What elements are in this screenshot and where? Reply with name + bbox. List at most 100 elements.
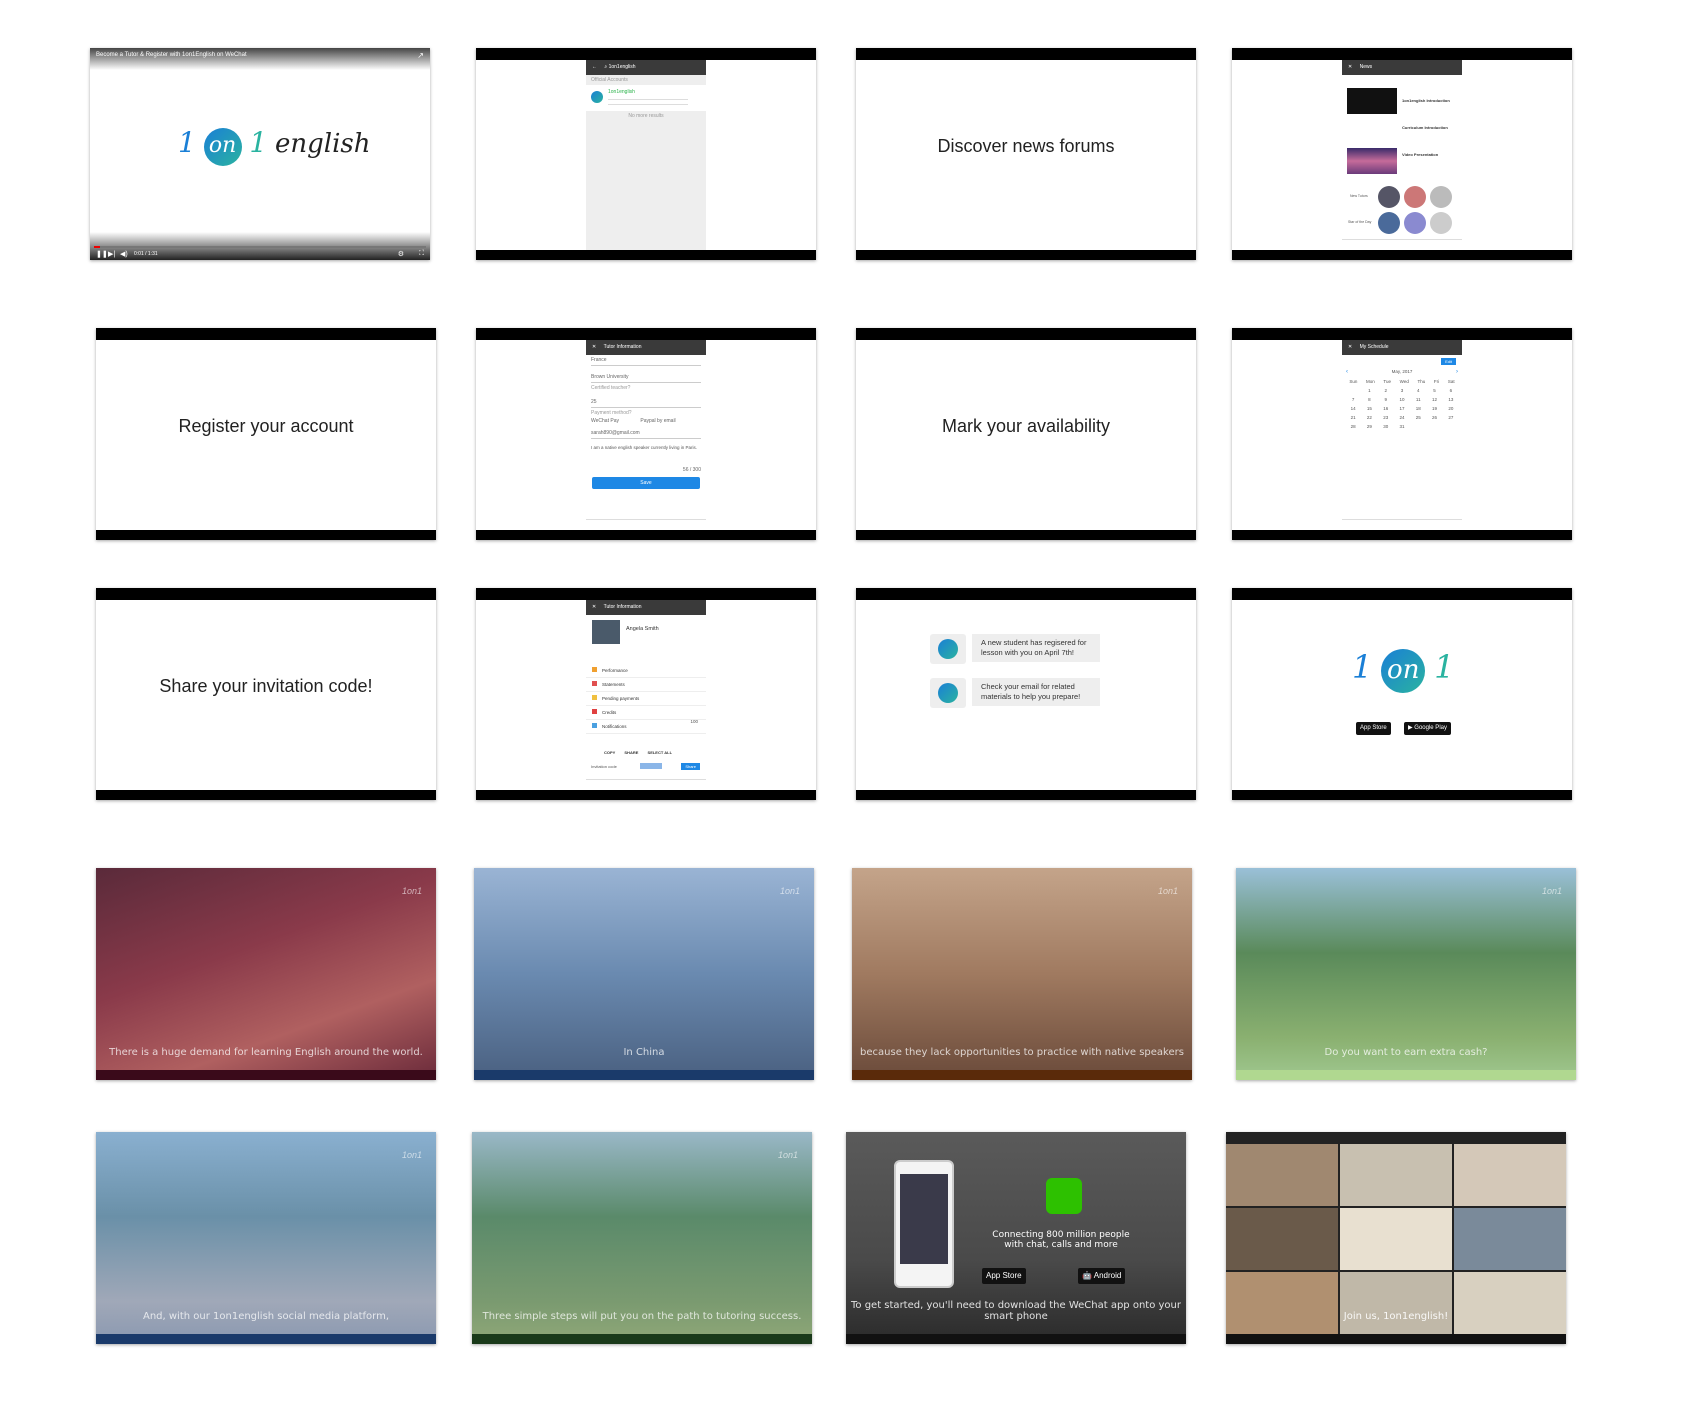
calendar-day[interactable]: 11 (1413, 397, 1423, 402)
video-frame-share[interactable]: Share your invitation code! (96, 588, 436, 800)
email-field[interactable]: sarah890@gmail.com (591, 430, 701, 436)
tutor-avatar[interactable] (1378, 212, 1400, 234)
rate-field[interactable]: 25 (591, 399, 701, 405)
progress-bar[interactable] (94, 246, 426, 248)
video-frame-cyclists[interactable]: 1on1 Three simple steps will put you on … (472, 1132, 812, 1344)
close-icon[interactable]: ✕ (592, 604, 596, 610)
close-icon[interactable]: ✕ (1348, 64, 1352, 70)
close-icon[interactable]: ✕ (1348, 344, 1352, 350)
calendar-day[interactable]: 8 (1364, 397, 1374, 402)
video-frame-video-call[interactable]: 1on1 And, with our 1on1english social me… (96, 1132, 436, 1344)
select-all-action[interactable]: SELECT ALL (648, 750, 673, 755)
video-frame-intro[interactable]: Become a Tutor & Register with 1on1Engli… (90, 48, 430, 260)
video-frame-invitation[interactable]: ✕ Tutor Information Angela Smith Perform… (476, 588, 816, 800)
profile-menu-item[interactable]: Pending payments (586, 692, 706, 706)
calendar-day[interactable]: 28 (1348, 424, 1358, 429)
video-frame-discover[interactable]: Discover news forums (856, 48, 1196, 260)
share-button[interactable]: Share (681, 763, 700, 770)
volume-icon[interactable]: ◀) (120, 250, 128, 258)
radio-wechat[interactable]: WeChat Pay (591, 418, 619, 424)
calendar-day[interactable]: 5 (1430, 388, 1440, 393)
calendar-day[interactable]: 14 (1348, 406, 1358, 411)
news-thumb-1[interactable] (1347, 88, 1397, 114)
calendar-day[interactable]: 26 (1430, 415, 1440, 420)
video-frame-register[interactable]: Register your account (96, 328, 436, 540)
profile-menu-item[interactable]: Performance (586, 664, 706, 678)
news-thumb-3[interactable] (1347, 148, 1397, 174)
calendar-day[interactable]: 4 (1413, 388, 1423, 393)
app-store-badge[interactable]: App Store (982, 1268, 1026, 1284)
calendar-day[interactable]: 22 (1364, 415, 1374, 420)
settings-icon[interactable]: ⚙ (398, 250, 404, 258)
google-play-badge[interactable]: ▶ Google Play (1404, 722, 1451, 735)
calendar-day[interactable]: 20 (1446, 406, 1456, 411)
calendar-day[interactable]: 7 (1348, 397, 1358, 402)
calendar-day[interactable]: 24 (1397, 415, 1407, 420)
university-field[interactable]: Brown University (591, 374, 701, 380)
fullscreen-icon[interactable]: ⛶ (419, 250, 424, 258)
calendar-day[interactable] (1413, 424, 1423, 429)
video-frame-tutor-grid[interactable]: Join us, 1on1english! (1226, 1132, 1566, 1344)
next-icon[interactable]: ▶| (108, 250, 115, 258)
calendar-day[interactable]: 10 (1397, 397, 1407, 402)
calendar-day[interactable] (1430, 424, 1440, 429)
video-frame-schedule[interactable]: ✕ My Schedule Edit ‹ May, 2017 › Sun Mon T… (1232, 328, 1572, 540)
calendar-day[interactable]: 29 (1364, 424, 1374, 429)
calendar-day[interactable] (1348, 388, 1358, 393)
tutor-avatar[interactable] (1430, 186, 1452, 208)
search-result[interactable]: 1on1english (586, 85, 706, 111)
play-pause-icon[interactable]: ❚❚ (96, 250, 108, 258)
calendar-day[interactable]: 23 (1381, 415, 1391, 420)
calendar-day[interactable]: 17 (1397, 406, 1407, 411)
edit-button[interactable]: Edit (1441, 358, 1456, 365)
calendar-day[interactable]: 21 (1348, 415, 1358, 420)
tutor-avatar[interactable] (1404, 212, 1426, 234)
calendar-day[interactable]: 9 (1381, 397, 1391, 402)
profile-menu-item[interactable]: Statements (586, 678, 706, 692)
video-frame-news[interactable]: ✕ News 1on1english Introduction Curricul… (1232, 48, 1572, 260)
copy-action[interactable]: COPY (604, 750, 615, 755)
profile-menu-item[interactable]: Credits (586, 706, 706, 720)
video-frame-night-city[interactable]: 1on1 There is a huge demand for learning… (96, 868, 436, 1080)
payment-options[interactable]: WeChat Pay Paypal by email (591, 418, 701, 424)
calendar-day[interactable]: 25 (1413, 415, 1423, 420)
calendar-day[interactable]: 6 (1446, 388, 1456, 393)
calendar-day[interactable]: 3 (1397, 388, 1407, 393)
video-frame-tutor-info[interactable]: ✕ Tutor Information France Brown Univers… (476, 328, 816, 540)
news-item-3[interactable]: Video Presentation (1402, 152, 1438, 157)
news-item-1[interactable]: 1on1english Introduction (1402, 98, 1450, 103)
country-field[interactable]: France (591, 357, 701, 363)
video-frame-traffic[interactable]: 1on1 In China (474, 868, 814, 1080)
share-icon[interactable]: ↗ (417, 51, 424, 60)
video-frame-outro-logo[interactable]: 1 on 1 App Store ▶ Google Play (1232, 588, 1572, 800)
calendar-day[interactable]: 2 (1381, 388, 1391, 393)
video-frame-availability[interactable]: Mark your availability (856, 328, 1196, 540)
video-frame-search[interactable]: ← ⌕ 1on1english Official Accounts 1on1en… (476, 48, 816, 260)
app-store-badge[interactable]: App Store (1356, 722, 1391, 735)
calendar-day[interactable]: 16 (1381, 406, 1391, 411)
calendar-day[interactable]: 13 (1446, 397, 1456, 402)
calendar-day[interactable]: 19 (1430, 406, 1440, 411)
calendar-day[interactable]: 18 (1413, 406, 1423, 411)
news-item-2[interactable]: Curriculum Introduction (1402, 125, 1448, 130)
close-icon[interactable]: ✕ (592, 344, 596, 350)
radio-paypal[interactable]: Paypal by email (640, 418, 675, 424)
tutor-avatar[interactable] (1378, 186, 1400, 208)
calendar-day[interactable]: 12 (1430, 397, 1440, 402)
calendar-day[interactable]: 15 (1364, 406, 1374, 411)
chevron-left-icon[interactable]: ‹ (1346, 369, 1348, 375)
calendar-day[interactable]: 1 (1364, 388, 1374, 393)
search-query[interactable]: 1on1english (609, 64, 636, 70)
invitation-code-field[interactable] (640, 763, 662, 769)
video-frame-notifications[interactable]: A new student has regisered for lesson w… (856, 588, 1196, 800)
tutor-avatar[interactable] (1404, 186, 1426, 208)
save-button[interactable]: Save (592, 477, 700, 489)
chevron-right-icon[interactable]: › (1456, 369, 1458, 375)
video-frame-wechat[interactable]: Connecting 800 million people with chat,… (846, 1132, 1186, 1344)
profile-menu-item[interactable]: Notifications (586, 720, 706, 734)
tutor-avatar[interactable] (1430, 212, 1452, 234)
video-frame-park[interactable]: 1on1 Do you want to earn extra cash? (1236, 868, 1576, 1080)
share-action[interactable]: SHARE (624, 750, 638, 755)
back-icon[interactable]: ← (592, 64, 597, 70)
calendar-day[interactable]: 27 (1446, 415, 1456, 420)
